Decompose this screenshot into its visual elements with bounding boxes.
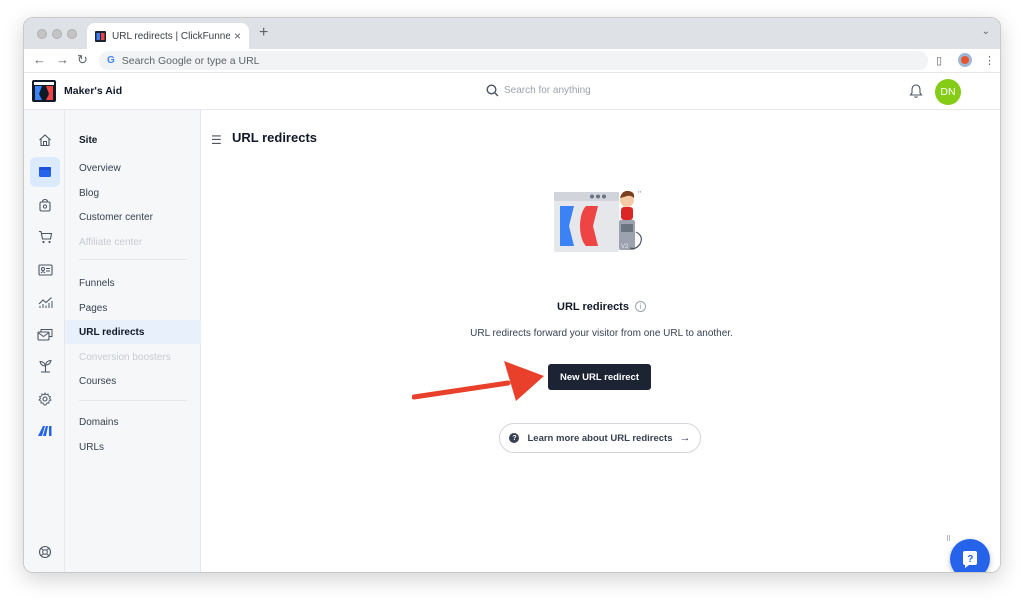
browser-menu-icon[interactable]: ⋮ xyxy=(984,54,995,67)
new-tab-button[interactable]: + xyxy=(259,24,268,42)
svg-text:V2: V2 xyxy=(621,244,629,250)
clickfunnels-logo-icon[interactable] xyxy=(32,80,56,102)
subnav-item-domains[interactable]: Domains xyxy=(65,410,201,434)
subnav-divider xyxy=(79,400,187,401)
forward-arrow-icon[interactable]: → xyxy=(56,52,69,67)
workspace-name[interactable]: Maker's Aid xyxy=(64,85,122,97)
svg-text:?: ? xyxy=(967,554,973,565)
cart-icon[interactable] xyxy=(30,222,60,252)
search-icon xyxy=(486,84,499,97)
subnav-item-pages[interactable]: Pages xyxy=(65,296,201,320)
browser-tab[interactable]: URL redirects | ClickFunnels × xyxy=(87,23,249,49)
help-chat-button[interactable]: ? xyxy=(950,539,990,572)
home-icon[interactable] xyxy=(30,125,60,155)
automation-icon[interactable] xyxy=(30,351,60,381)
app-header: Maker's Aid Search for anything DN xyxy=(24,73,1000,110)
close-window-button[interactable] xyxy=(37,29,47,39)
email-icon[interactable] xyxy=(30,319,60,349)
empty-state-title-text: URL redirects xyxy=(557,301,629,313)
browser-window: URL redirects | ClickFunnels × + ⌄ ← → ↻… xyxy=(23,17,1001,573)
subnav-item-blog[interactable]: Blog xyxy=(65,181,201,205)
question-icon: ? xyxy=(509,433,520,443)
new-url-redirect-button[interactable]: New URL redirect xyxy=(548,364,651,390)
site-icon[interactable] xyxy=(30,157,60,187)
side-panel-icon[interactable]: ▯ xyxy=(936,54,942,67)
arrow-right-icon: → xyxy=(679,432,691,444)
contacts-icon[interactable] xyxy=(30,255,60,285)
settings-icon[interactable] xyxy=(30,384,60,414)
subnav-item-courses[interactable]: Courses xyxy=(65,369,201,393)
learn-more-label: Learn more about URL redirects xyxy=(527,432,673,444)
site-subnav: Site Overview Blog Customer center Affil… xyxy=(65,110,201,572)
empty-state-description: URL redirects forward your visitor from … xyxy=(470,328,733,339)
profile-avatar-icon[interactable] xyxy=(958,53,972,70)
info-icon[interactable]: i xyxy=(634,301,646,312)
store-icon[interactable] xyxy=(30,190,60,220)
google-icon: G xyxy=(107,55,115,66)
svg-text:,,: ,, xyxy=(638,188,642,194)
empty-state-title: URL redirects i xyxy=(201,301,1000,313)
subnav-item-url-redirects[interactable]: URL redirects xyxy=(65,320,201,344)
subnav-item-urls[interactable]: URLs xyxy=(65,435,201,459)
tab-list-chevron-icon[interactable]: ⌄ xyxy=(982,26,990,37)
subnav-divider xyxy=(79,259,187,260)
address-bar[interactable]: G Search Google or type a URL xyxy=(99,51,928,70)
minimize-window-button[interactable] xyxy=(52,29,62,39)
global-search[interactable]: Search for anything xyxy=(486,84,591,97)
subnav-item-overview[interactable]: Overview xyxy=(65,156,201,180)
tab-bar: URL redirects | ClickFunnels × + ⌄ xyxy=(24,18,1000,49)
page-title: URL redirects xyxy=(232,130,318,145)
tab-close-icon[interactable]: × xyxy=(234,29,241,43)
subnav-item-customer-center[interactable]: Customer center xyxy=(65,205,201,229)
bell-icon[interactable] xyxy=(909,83,923,99)
search-placeholder: Search for anything xyxy=(504,85,591,96)
help-chat-icon: ? xyxy=(963,551,977,568)
address-placeholder: Search Google or type a URL xyxy=(121,54,260,67)
help-ring-icon[interactable] xyxy=(30,537,60,567)
user-avatar[interactable]: DN xyxy=(935,79,961,105)
url-redirect-illustration: V2 ,, xyxy=(554,188,642,252)
tab-title: URL redirects | ClickFunnels xyxy=(112,30,230,42)
analytics-icon[interactable] xyxy=(30,287,60,317)
subnav-item-conversion-boosters: Conversion boosters xyxy=(79,351,171,363)
subnav-section-title: Site xyxy=(79,135,98,146)
maximize-window-button[interactable] xyxy=(67,29,77,39)
main-content: ☰ URL redirects V2 ,, URL redirects i URL… xyxy=(201,110,1000,572)
icon-rail xyxy=(24,110,65,572)
reload-icon[interactable]: ↻ xyxy=(77,52,88,68)
drag-handle-icon[interactable]: ⠿ xyxy=(946,535,951,543)
clickfunnels-favicon-icon xyxy=(95,30,106,42)
ai-icon[interactable] xyxy=(30,416,60,446)
subnav-item-affiliate-center: Affiliate center xyxy=(79,236,143,248)
learn-more-button[interactable]: ? Learn more about URL redirects → xyxy=(499,423,701,453)
annotation-arrow-icon xyxy=(412,361,544,401)
menu-icon[interactable]: ☰ xyxy=(211,133,222,147)
browser-toolbar: ← → ↻ G Search Google or type a URL ▯ ⋮ xyxy=(24,49,1000,73)
subnav-item-funnels[interactable]: Funnels xyxy=(65,271,201,295)
back-arrow-icon[interactable]: ← xyxy=(33,52,46,67)
